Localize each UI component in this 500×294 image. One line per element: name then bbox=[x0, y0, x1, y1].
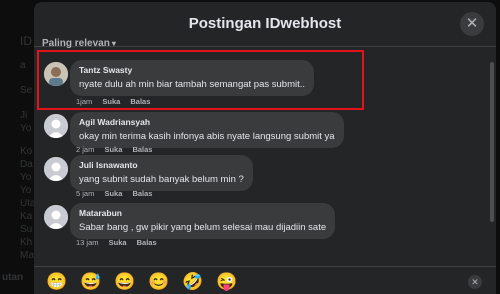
comment-bubble: Agil Wadriansyah okay min terima kasih i… bbox=[70, 112, 344, 148]
comment-author[interactable]: Juli Isnawanto bbox=[79, 160, 244, 170]
close-button[interactable]: ✕ bbox=[460, 12, 484, 36]
highlight-box bbox=[37, 50, 364, 110]
default-avatar-icon bbox=[44, 114, 68, 138]
post-dialog: Postingan IDwebhost ✕ Paling relevan ▾ Ta… bbox=[34, 2, 496, 294]
commenter-avatar[interactable] bbox=[44, 205, 68, 229]
close-icon: ✕ bbox=[465, 15, 479, 32]
commenter-avatar[interactable] bbox=[44, 157, 68, 181]
comment-sort-dropdown[interactable]: Paling relevan ▾ bbox=[42, 38, 116, 49]
default-avatar-icon bbox=[44, 157, 68, 181]
like-link[interactable]: Suka bbox=[104, 145, 122, 154]
emoji-rofl-button[interactable]: 🤣 bbox=[182, 272, 203, 292]
reply-link[interactable]: Balas bbox=[137, 238, 157, 247]
emoji-blush-button[interactable]: 😊 bbox=[148, 272, 169, 292]
comment-author[interactable]: Matarabun bbox=[79, 208, 326, 218]
comments-scrollbar[interactable] bbox=[490, 62, 494, 222]
emoji-grin-button[interactable]: 😁 bbox=[46, 272, 67, 292]
dialog-title: Postingan IDwebhost bbox=[188, 15, 342, 32]
emoji-sweat-smile-button[interactable]: 😅 bbox=[80, 272, 101, 292]
comment-time[interactable]: 5 jam bbox=[76, 189, 94, 198]
comment-meta: 2 jam Suka Balas bbox=[76, 145, 160, 154]
emoji-smile-button[interactable]: 😄 bbox=[114, 272, 135, 292]
chevron-down-icon: ▾ bbox=[111, 39, 116, 48]
comment-time[interactable]: 2 jam bbox=[76, 145, 94, 154]
close-icon: ✕ bbox=[471, 277, 479, 287]
comment-author[interactable]: Agil Wadriansyah bbox=[79, 117, 335, 127]
emoji-bar: 😁 😅 😄 😊 🤣 😜 ✕ bbox=[34, 266, 496, 294]
emoji-bar-close-button[interactable]: ✕ bbox=[468, 275, 482, 289]
reply-link[interactable]: Balas bbox=[132, 189, 152, 198]
like-link[interactable]: Suka bbox=[109, 238, 127, 247]
sort-label: Paling relevan bbox=[42, 38, 110, 49]
like-link[interactable]: Suka bbox=[104, 189, 122, 198]
comment-meta: 13 jam Suka Balas bbox=[76, 238, 165, 247]
comment-meta: 5 jam Suka Balas bbox=[76, 189, 160, 198]
comment-bubble: Matarabun Sabar bang , gw pikir yang bel… bbox=[70, 203, 336, 239]
comment-text: yang subnit sudah banyak belum min ? bbox=[79, 174, 244, 185]
comment-text: Sabar bang , gw pikir yang belum selesai… bbox=[79, 222, 327, 233]
default-avatar-icon bbox=[44, 205, 68, 229]
comment-bubble: Juli Isnawanto yang subnit sudah banyak … bbox=[70, 155, 253, 191]
commenter-avatar[interactable] bbox=[44, 114, 68, 138]
reply-link[interactable]: Balas bbox=[132, 145, 152, 154]
emoji-wink-tongue-button[interactable]: 😜 bbox=[216, 272, 237, 292]
comment-text: okay min terima kasih infonya abis nyate… bbox=[79, 131, 335, 142]
comment-time[interactable]: 13 jam bbox=[76, 238, 99, 247]
